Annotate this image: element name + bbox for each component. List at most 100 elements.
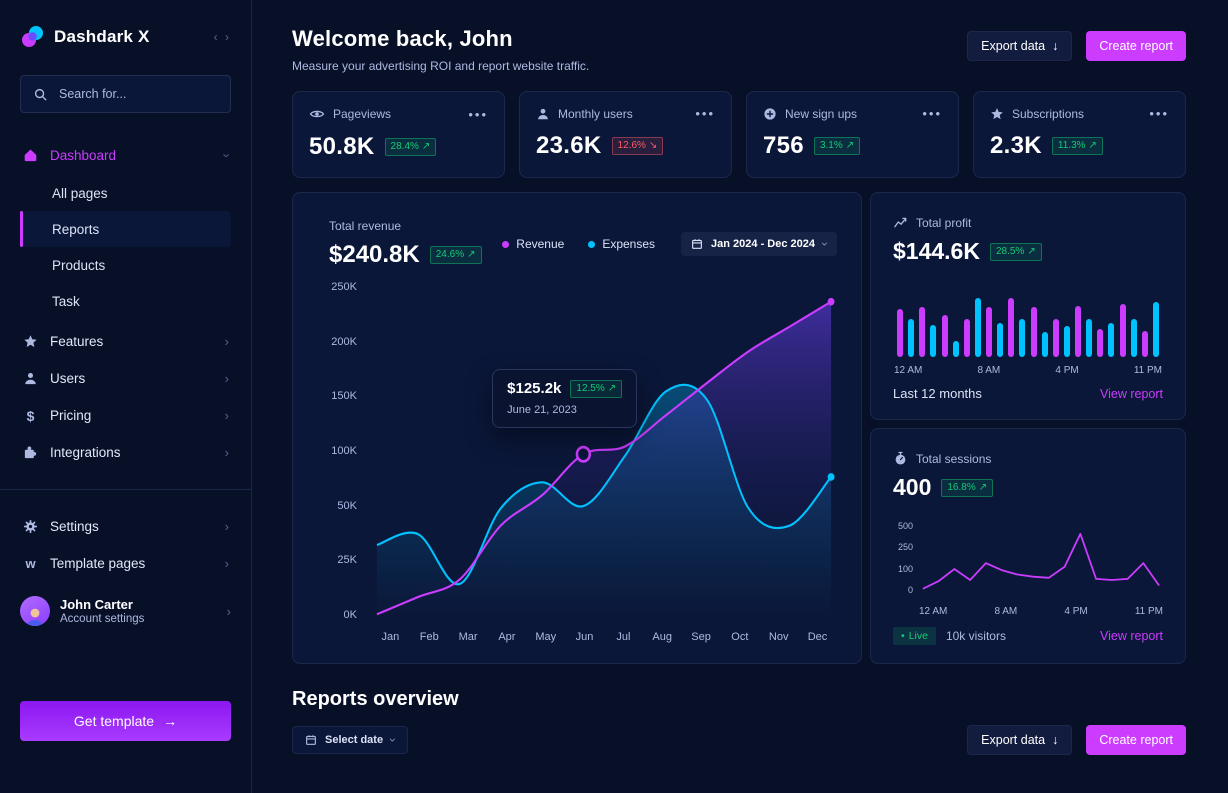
sub-item-label: Products: [52, 258, 105, 273]
legend-item-revenue[interactable]: Revenue: [502, 237, 564, 251]
export-label: Export data: [981, 733, 1045, 747]
page-title: Welcome back, John: [292, 26, 589, 52]
bar: [1142, 331, 1148, 357]
sidebar-item-label: Dashboard: [50, 148, 116, 163]
export-data-button[interactable]: Export data ↓: [967, 31, 1072, 61]
sidebar-item-reports[interactable]: Reports: [20, 211, 231, 247]
search-icon: [33, 87, 48, 102]
create-report-button[interactable]: Create report: [1086, 725, 1186, 755]
app-title: Dashdark X: [54, 27, 150, 47]
export-data-button[interactable]: Export data ↓: [967, 725, 1072, 755]
more-menu-button[interactable]: •••: [468, 107, 488, 122]
bar: [1108, 323, 1114, 357]
sidebar-item-label: Pricing: [50, 408, 91, 423]
chart-tooltip: $125.2k 12.5%↗ June 21, 2023: [492, 369, 637, 428]
sidebar-item-template-pages[interactable]: w Template pages ›: [20, 545, 231, 582]
search-input[interactable]: [57, 86, 218, 102]
arrow-up-right-icon: ↗: [422, 142, 430, 152]
section-title: Reports overview: [292, 688, 1186, 711]
stat-value: 50.8K: [309, 133, 375, 161]
total-profit-card: Total profit $144.6K 28.5%↗ 12 AM8 AM4 P…: [870, 192, 1186, 420]
stat-label: Monthly users: [558, 107, 633, 121]
get-template-button[interactable]: Get template →: [20, 701, 231, 741]
page-title-block: Welcome back, John Measure your advertis…: [292, 26, 589, 73]
trend-badge: 12.6%↘: [612, 137, 664, 155]
view-report-link[interactable]: View report: [1100, 629, 1163, 643]
profile-text: John Carter Account settings: [60, 597, 144, 625]
sidebar-item-label: Template pages: [50, 556, 145, 571]
sidebar-item-pricing[interactable]: $ Pricing ›: [20, 397, 231, 434]
sidebar-item-products[interactable]: Products: [20, 247, 231, 283]
arrow-up-right-icon: ↗: [467, 250, 475, 260]
legend-item-expenses[interactable]: Expenses: [588, 237, 655, 251]
select-date-dropdown[interactable]: Select date ›: [292, 726, 408, 754]
dashboard-submenu: All pages Reports Products Task: [20, 175, 231, 319]
sidebar-item-label: Users: [50, 371, 85, 386]
footer-text: Last 12 months: [893, 386, 982, 401]
arrow-up-right-icon: ↗: [979, 483, 987, 493]
bar: [1031, 307, 1037, 357]
account-settings-item[interactable]: John Carter Account settings ›: [20, 596, 231, 626]
star-icon: [990, 107, 1004, 121]
bar: [919, 307, 925, 357]
tooltip-date: June 21, 2023: [507, 404, 622, 416]
chevron-right-icon: ›: [225, 556, 229, 571]
revenue-expenses-chart[interactable]: [371, 281, 837, 623]
bar: [997, 323, 1003, 357]
revenue-chart-canvas[interactable]: JanFebMarAprMayJunJulAugSepOctNovDec $12…: [371, 281, 837, 647]
arrow-right-icon: →: [163, 713, 177, 729]
select-date-label: Select date: [325, 734, 383, 746]
trend-badge: 3.1%↗: [814, 137, 860, 155]
date-range-value: Jan 2024 - Dec 2024: [711, 238, 815, 250]
stopwatch-icon: [893, 451, 908, 466]
panel-value: $144.6K: [893, 238, 980, 265]
page-header: Welcome back, John Measure your advertis…: [292, 26, 1186, 73]
bar: [953, 341, 959, 357]
stat-value: 756: [763, 132, 804, 160]
profit-bar-chart[interactable]: [893, 295, 1163, 357]
calendar-icon: [691, 238, 703, 250]
star-icon: [22, 334, 39, 349]
main-content: Welcome back, John Measure your advertis…: [252, 0, 1228, 793]
live-badge: •Live: [893, 627, 936, 645]
y-axis-labels: 5002501000: [893, 519, 919, 597]
sidebar-divider: [0, 489, 251, 490]
user-icon: [536, 107, 550, 121]
export-label: Export data: [981, 39, 1045, 53]
chevron-down-icon: ›: [386, 738, 400, 742]
trend-badge: 28.4%↗: [385, 138, 437, 156]
sidebar-collapse-button[interactable]: ‹ ›: [214, 30, 231, 44]
sidebar-item-integrations[interactable]: Integrations ›: [20, 434, 231, 471]
y-axis-labels: 250K200K150K100K50K25K0K: [329, 281, 371, 647]
sidebar-item-settings[interactable]: Settings ›: [20, 508, 231, 545]
sidebar-item-features[interactable]: Features ›: [20, 323, 231, 360]
trend-badge: 16.8%↗: [941, 479, 993, 497]
sessions-line-chart[interactable]: [919, 519, 1163, 597]
chevron-right-icon: ›: [225, 371, 229, 386]
bar: [930, 325, 936, 357]
bar: [1064, 326, 1070, 357]
charts-row: Total revenue $240.8K 24.6%↗ Revenue: [292, 192, 1186, 664]
chart-title: Total revenue: [329, 219, 482, 233]
sidebar-item-all-pages[interactable]: All pages: [20, 175, 231, 211]
chevron-down-icon: ›: [818, 242, 832, 246]
arrow-up-right-icon: ↗: [1027, 247, 1035, 257]
app-window: Dashdark X ‹ › Dashboard › All pages Rep: [0, 0, 1228, 793]
visitors-count: 10k visitors: [946, 629, 1006, 643]
stat-value: 2.3K: [990, 132, 1042, 160]
logo-row: Dashdark X ‹ ›: [20, 24, 231, 49]
more-menu-button[interactable]: •••: [922, 106, 942, 121]
create-report-button[interactable]: Create report: [1086, 31, 1186, 61]
revenue-chart-card: Total revenue $240.8K 24.6%↗ Revenue: [292, 192, 862, 664]
sidebar-item-task[interactable]: Task: [20, 283, 231, 319]
view-report-link[interactable]: View report: [1100, 387, 1163, 401]
more-menu-button[interactable]: •••: [695, 106, 715, 121]
arrow-up-right-icon: ↗: [608, 384, 616, 394]
legend-label: Expenses: [602, 237, 655, 251]
create-report-label: Create report: [1099, 733, 1173, 747]
more-menu-button[interactable]: •••: [1149, 106, 1169, 121]
search-box[interactable]: [20, 75, 231, 113]
date-range-select[interactable]: Jan 2024 - Dec 2024 ›: [681, 232, 837, 256]
sidebar-item-dashboard[interactable]: Dashboard ›: [20, 137, 231, 174]
sidebar-item-users[interactable]: Users ›: [20, 360, 231, 397]
